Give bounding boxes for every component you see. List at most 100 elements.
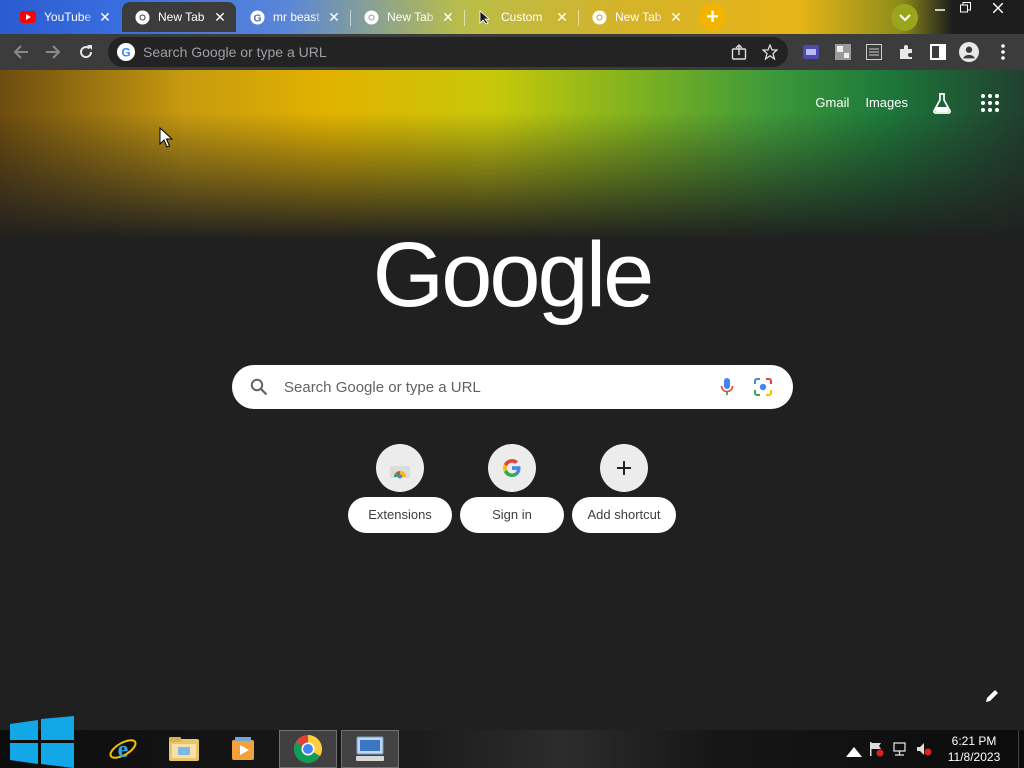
taskbar: e 6:21 PM 11/8/2023 [0, 716, 1024, 768]
shortcut-icon-circle [488, 444, 536, 492]
reading-list-icon [866, 44, 882, 60]
shortcut-sign-in[interactable]: Sign in [460, 442, 564, 534]
top-links: Gmail Images [815, 95, 908, 110]
customize-chrome-button[interactable] [984, 688, 1000, 704]
youtube-icon [20, 9, 36, 25]
shortcut-icon-circle [600, 444, 648, 492]
search-icon [250, 378, 268, 396]
close-icon [992, 2, 1004, 14]
tab-new-tab-2[interactable]: New Tab ✕ [579, 2, 692, 32]
extensions-button[interactable] [896, 42, 916, 62]
back-button[interactable] [7, 38, 35, 66]
images-link[interactable]: Images [865, 95, 908, 110]
taskbar-remote-desktop[interactable] [341, 730, 399, 768]
tab-title: New Tab [615, 10, 662, 24]
clock[interactable]: 6:21 PM 11/8/2023 [938, 733, 1010, 765]
extension-puzzle-grey-icon [835, 44, 851, 60]
camera-lens-icon[interactable] [753, 377, 773, 397]
more-vert-icon [1001, 44, 1005, 60]
restore-icon [959, 2, 971, 13]
volume-muted-icon[interactable] [916, 741, 932, 757]
side-panel-button[interactable] [928, 42, 948, 62]
tab-youtube[interactable]: YouTube ✕ [8, 2, 121, 32]
tab-strip: YouTube ✕ New Tab ✕ G mr beast ✕ New Tab… [0, 0, 1024, 34]
file-explorer-icon [169, 737, 199, 761]
taskbar-file-explorer[interactable] [155, 730, 213, 768]
chrome-icon [293, 735, 322, 764]
web-store-icon [390, 466, 410, 479]
bookmark-button[interactable] [760, 42, 780, 62]
minimize-icon [935, 9, 945, 11]
extension-icon-button[interactable] [801, 42, 821, 62]
chrome-icon [134, 9, 150, 25]
google-g-icon [503, 459, 521, 477]
svg-text:G: G [253, 13, 261, 24]
apps-grid-icon [981, 94, 999, 112]
extension-badge-icon [803, 45, 819, 59]
close-icon[interactable]: ✕ [668, 9, 684, 25]
restore-button[interactable] [950, 0, 980, 18]
back-arrow-icon [13, 45, 28, 59]
google-g-icon: G [117, 43, 135, 61]
tab-title: New Tab [387, 10, 434, 24]
start-button[interactable] [8, 716, 76, 768]
reload-button[interactable] [72, 38, 100, 66]
reading-list-button[interactable] [864, 42, 884, 62]
shortcut-icon-circle [376, 444, 424, 492]
tab-separator [464, 10, 465, 26]
shortcut-extensions[interactable]: Extensions [348, 442, 452, 534]
flask-icon [933, 93, 951, 114]
tab-title: New Tab [158, 10, 205, 24]
new-tab-button[interactable]: + [699, 4, 726, 31]
action-center-flag-icon[interactable] [868, 741, 884, 757]
network-icon[interactable] [892, 741, 908, 757]
close-icon[interactable]: ✕ [97, 9, 113, 25]
taskbar-media-player[interactable] [214, 730, 272, 768]
close-window-button[interactable] [983, 0, 1013, 18]
remote-desktop-icon [356, 736, 384, 761]
shortcut-label: Sign in [460, 497, 564, 533]
reload-icon [80, 45, 93, 59]
microphone-icon[interactable] [719, 377, 735, 397]
forward-button[interactable] [39, 38, 67, 66]
tab-mr-beast[interactable]: G mr beast ✕ [237, 2, 350, 32]
close-icon[interactable]: ✕ [212, 9, 228, 25]
extension-icon-button[interactable] [833, 42, 853, 62]
browser-toolbar: G Search Google or type a URL [0, 34, 1024, 70]
close-icon[interactable]: ✕ [440, 9, 456, 25]
share-icon [731, 44, 747, 60]
tray-overflow-icon[interactable] [846, 745, 862, 761]
tab-new-tab[interactable]: New Tab ✕ [351, 2, 464, 32]
cursor-icon [477, 9, 493, 25]
taskbar-internet-explorer[interactable]: e [94, 730, 152, 768]
labs-button[interactable] [931, 92, 953, 114]
clock-time: 6:21 PM [951, 734, 997, 748]
show-desktop-button[interactable] [1018, 730, 1024, 768]
clock-date: 11/8/2023 [947, 750, 1001, 764]
shortcut-label: Extensions [348, 497, 452, 533]
add-shortcut[interactable]: Add shortcut [572, 442, 676, 534]
tab-title: YouTube [44, 10, 92, 24]
forward-arrow-icon [46, 45, 61, 59]
menu-button[interactable] [993, 42, 1013, 62]
chevron-down-icon [898, 13, 911, 21]
taskbar-chrome[interactable] [279, 730, 337, 768]
plus-icon [617, 461, 631, 475]
close-icon[interactable]: ✕ [326, 9, 342, 25]
side-panel-icon [930, 44, 946, 60]
gmail-link[interactable]: Gmail [815, 95, 849, 110]
address-bar-placeholder: Search Google or type a URL [143, 44, 327, 60]
tab-search-button[interactable] [891, 4, 918, 31]
mouse-cursor-icon [159, 127, 173, 148]
profile-button[interactable] [959, 42, 979, 62]
close-icon[interactable]: ✕ [554, 9, 570, 25]
google-apps-button[interactable] [980, 93, 1000, 113]
tab-new-tab-active[interactable]: New Tab ✕ [122, 2, 236, 32]
svg-text:G: G [121, 46, 130, 60]
tab-title: Custom [501, 10, 543, 24]
tab-custom[interactable]: Custom ✕ [465, 2, 578, 32]
address-bar[interactable]: G Search Google or type a URL [108, 37, 788, 67]
svg-text:e: e [118, 737, 129, 763]
search-box[interactable]: Search Google or type a URL [232, 365, 793, 409]
share-button[interactable] [729, 42, 749, 62]
